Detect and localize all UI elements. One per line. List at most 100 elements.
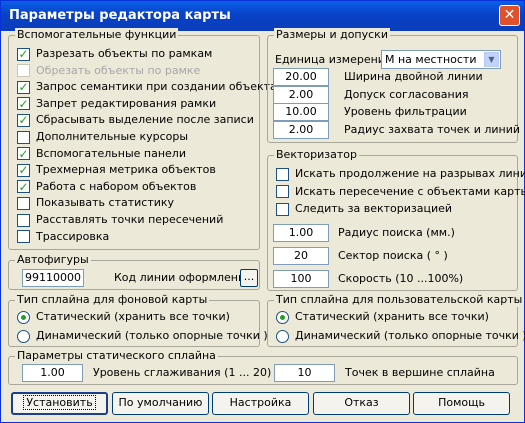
vectorizer-option-1[interactable]: Искать пересечение с объектами карты bbox=[276, 185, 525, 199]
window-title: Параметры редактора карты bbox=[9, 8, 231, 23]
set-button[interactable]: Установить bbox=[11, 392, 108, 415]
checkbox-label: Искать пересечение с объектами карты bbox=[295, 184, 525, 198]
aux-option-5[interactable]: Дополнительные курсоры bbox=[17, 130, 188, 144]
vectorizer-label-1: Сектор поиска ( ° ) bbox=[338, 249, 448, 262]
checkbox[interactable] bbox=[17, 196, 30, 210]
aux-functions-legend: Вспомогательные функции bbox=[15, 28, 179, 42]
title-bar[interactable]: Параметры редактора карты ✕ bbox=[1, 1, 524, 31]
checkbox[interactable] bbox=[17, 213, 30, 227]
checkbox-label: Разрезать объекты по рамкам bbox=[36, 47, 213, 60]
aux-option-3[interactable]: ✓ Запрет редактирования рамки bbox=[17, 97, 216, 111]
radio-button[interactable] bbox=[276, 310, 289, 324]
check-mark-icon: ✓ bbox=[18, 47, 29, 61]
checkbox-label: Дополнительные курсоры bbox=[36, 130, 189, 143]
size-label-0: Ширина двойной линии bbox=[344, 70, 483, 83]
vectorizer-group: Векторизатор Искать продолжение на разры… bbox=[267, 148, 525, 291]
aux-option-0[interactable]: ✓ Разрезать объекты по рамкам bbox=[17, 47, 212, 61]
unit-select-value: М на местности bbox=[385, 53, 477, 66]
aux-option-4[interactable]: ✓ Сбрасывать выделение после записи bbox=[17, 113, 254, 127]
size-label-3: Радиус захвата точек и линий bbox=[344, 122, 521, 136]
aux-option-7[interactable]: ✓ Трехмерная метрика объектов bbox=[17, 163, 216, 177]
smoothing-label: Уровень сглаживания (1 ... 20) bbox=[93, 366, 272, 379]
points-per-vertex-label: Точек в вершине сплайна bbox=[345, 366, 495, 379]
sizes-legend: Размеры и допуски bbox=[274, 28, 390, 42]
user-spline-legend: Тип сплайна для пользовательской карты bbox=[274, 293, 525, 307]
aux-option-11[interactable]: Трассировка bbox=[17, 230, 109, 244]
check-mark-icon: ✓ bbox=[18, 179, 29, 194]
checkbox[interactable]: ✓ bbox=[17, 80, 30, 95]
aux-option-6[interactable]: ✓ Вспомогательные панели bbox=[17, 147, 186, 161]
sizes-group: Размеры и допуски Единица измерения М на… bbox=[267, 28, 521, 143]
points-per-vertex-input[interactable]: 10 bbox=[274, 364, 335, 382]
radio-button[interactable] bbox=[17, 329, 30, 343]
vectorizer-option-0[interactable]: Искать продолжение на разрывах линий bbox=[276, 167, 525, 181]
dialog-window: Параметры редактора карты ✕ Вспомогатель… bbox=[0, 0, 525, 423]
chevron-down-icon[interactable]: ▼ bbox=[484, 52, 499, 67]
default-button[interactable]: По умолчанию bbox=[112, 392, 209, 415]
smoothing-input[interactable]: 1.00 bbox=[22, 364, 83, 382]
aux-option-2[interactable]: ✓ Запрос семантики при создании объекта bbox=[17, 80, 277, 94]
aux-option-9[interactable]: Показывать статистику bbox=[17, 196, 174, 210]
checkbox[interactable]: ✓ bbox=[17, 179, 30, 194]
checkbox-label: Сбрасывать выделение после записи bbox=[36, 113, 254, 127]
browse-button[interactable]: ... bbox=[240, 269, 258, 287]
checkbox[interactable] bbox=[276, 167, 289, 181]
check-mark-icon: ✓ bbox=[18, 113, 29, 128]
checkbox[interactable] bbox=[17, 230, 30, 244]
check-mark-icon: ✓ bbox=[18, 80, 29, 95]
vectorizer-option-2[interactable]: Следить за векторизацией bbox=[276, 202, 452, 216]
checkbox[interactable] bbox=[17, 130, 30, 144]
checkbox[interactable] bbox=[276, 185, 289, 198]
aux-option-8[interactable]: ✓ Работа с набором объектов bbox=[17, 180, 196, 194]
checkbox-label: Трехмерная метрика объектов bbox=[36, 163, 216, 177]
checkbox-label: Расставлять точки пересечений bbox=[36, 213, 224, 226]
aux-functions-group: Вспомогательные функции ✓ Разрезать объек… bbox=[8, 28, 277, 250]
radio-label: Статический (хранить все точки) bbox=[36, 310, 230, 323]
unit-select[interactable]: М на местности ▼ bbox=[381, 50, 501, 69]
checkbox[interactable]: ✓ bbox=[17, 96, 30, 111]
vectorizer-label-2: Скорость (10 ...100%) bbox=[338, 272, 464, 285]
checkbox[interactable]: ✓ bbox=[17, 47, 30, 61]
static-spline-group: Параметры статического сплайна 1.00 Уров… bbox=[8, 349, 518, 385]
user-spline-group: Тип сплайна для пользовательской карты С… bbox=[267, 293, 525, 347]
size-input-3[interactable]: 2.00 bbox=[273, 120, 329, 139]
help-button[interactable]: Помощь bbox=[413, 392, 510, 415]
size-input-1[interactable]: 2.00 bbox=[273, 85, 329, 104]
checkbox[interactable]: ✓ bbox=[17, 113, 30, 128]
vectorizer-input-0[interactable]: 1.00 bbox=[273, 224, 329, 242]
vectorizer-input-2[interactable]: 100 bbox=[273, 270, 329, 288]
checkbox-label: Трассировка bbox=[36, 229, 110, 243]
autofigures-legend: Автофигуры bbox=[15, 253, 91, 267]
background-spline-option-1[interactable]: Динамический (только опорные точки ) bbox=[17, 329, 268, 343]
checkbox[interactable] bbox=[17, 64, 30, 78]
size-label-1: Допуск согласования bbox=[344, 87, 469, 101]
checkbox[interactable]: ✓ bbox=[17, 163, 30, 177]
background-spline-option-0[interactable]: Статический (хранить все точки) bbox=[17, 310, 230, 324]
radio-button[interactable] bbox=[276, 329, 289, 343]
size-input-0[interactable]: 20.00 bbox=[273, 68, 329, 86]
close-button[interactable]: ✕ bbox=[499, 5, 520, 26]
aux-option-10[interactable]: Расставлять точки пересечений bbox=[17, 213, 223, 227]
checkbox-label: Работа с набором объектов bbox=[36, 179, 197, 193]
check-mark-icon: ✓ bbox=[18, 96, 29, 111]
line-code-input[interactable]: 99110000 bbox=[22, 269, 84, 287]
user-spline-option-0[interactable]: Статический (хранить все точки) bbox=[276, 310, 489, 324]
checkbox-label: Запрет редактирования рамки bbox=[36, 96, 217, 110]
checkbox-label: Искать продолжение на разрывах линий bbox=[295, 167, 525, 180]
radio-label: Динамический (только опорные точки ) bbox=[36, 329, 268, 342]
setup-button[interactable]: Настройка bbox=[212, 392, 309, 415]
static-spline-legend: Параметры статического сплайна bbox=[15, 349, 218, 363]
vectorizer-input-1[interactable]: 20 bbox=[273, 247, 329, 265]
checkbox[interactable]: ✓ bbox=[17, 146, 30, 161]
check-mark-icon: ✓ bbox=[18, 146, 29, 161]
radio-button[interactable] bbox=[17, 310, 30, 324]
checkbox-label: Обрезать объекты по рамке bbox=[36, 63, 201, 77]
size-input-2[interactable]: 10.00 bbox=[273, 103, 329, 121]
radio-label: Динамический (только опорные точки ) bbox=[295, 329, 525, 342]
user-spline-option-1[interactable]: Динамический (только опорные точки ) bbox=[276, 329, 525, 343]
line-code-label: Код линии оформления bbox=[114, 271, 252, 284]
checkbox[interactable] bbox=[276, 202, 289, 216]
radio-dot-icon bbox=[280, 314, 285, 320]
cancel-button[interactable]: Отказ bbox=[313, 392, 410, 415]
size-label-2: Уровень фильтрации bbox=[344, 105, 467, 118]
